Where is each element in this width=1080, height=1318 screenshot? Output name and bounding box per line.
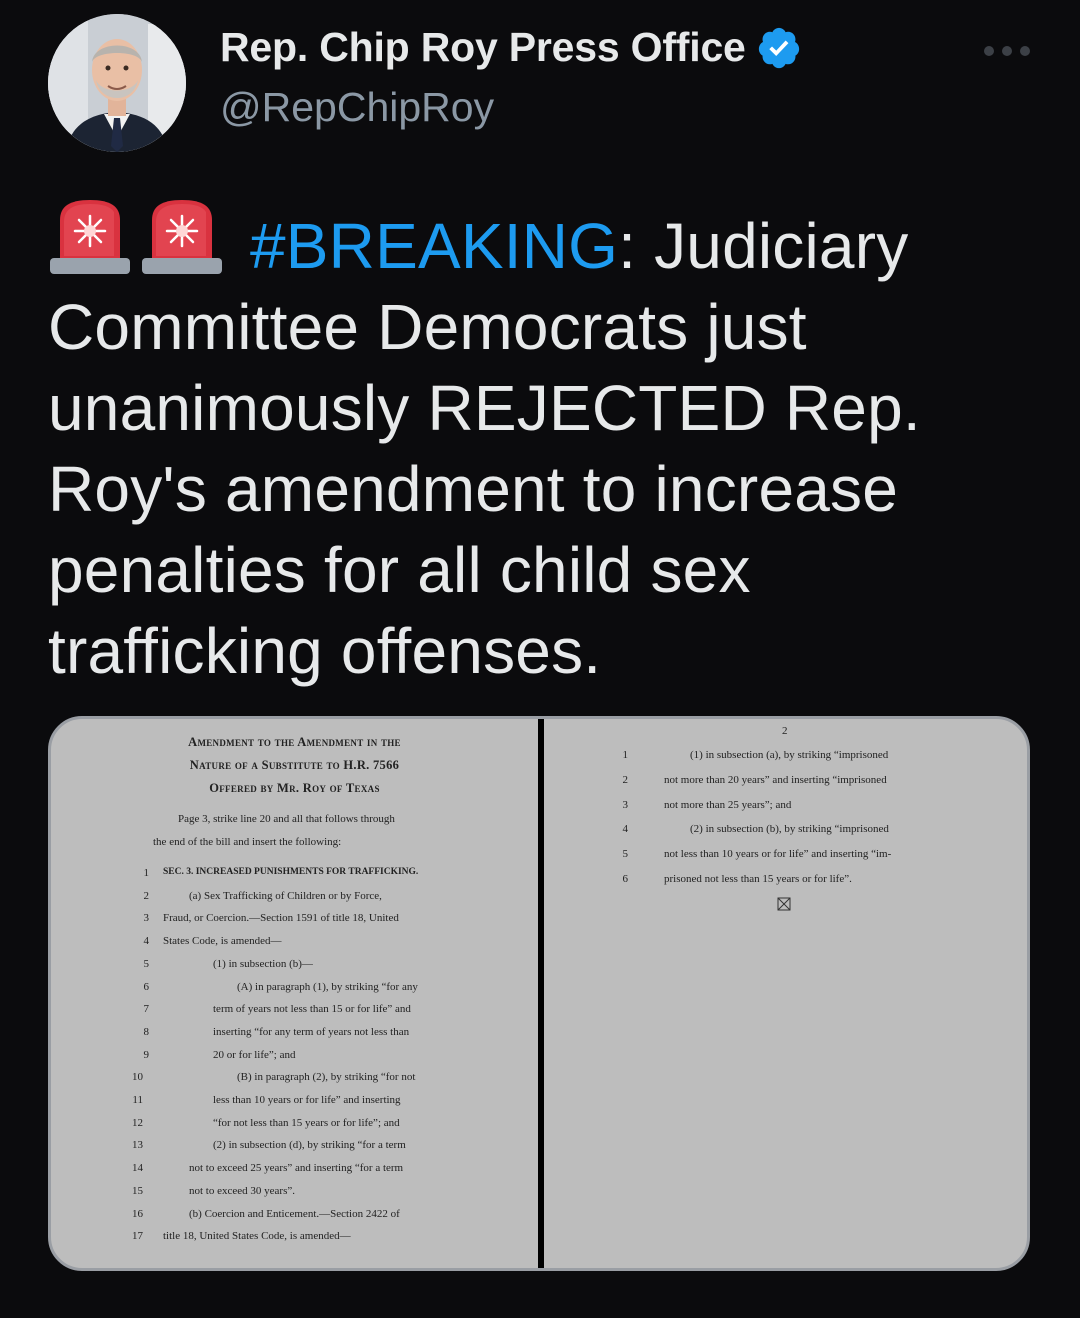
line-number: 13 [132,1139,143,1152]
document-line: States Code, is amended— [163,935,282,948]
author-row: Rep. Chip Roy Press Office [220,24,802,71]
line-number: 11 [132,1094,143,1106]
amendment-heading-line: Nature of a Substitute to H.R. 7566 [189,758,400,772]
document-line: not to exceed 25 years” and inserting “f… [189,1162,404,1175]
more-dot [984,46,994,56]
tweet-text: #BREAKING: Judiciary Committee Democrats… [48,198,1038,692]
document-line: not more than 20 years” and inserting “i… [664,773,887,786]
hashtag-link[interactable]: #BREAKING [250,210,618,282]
document-line: term of years not less than 15 or for li… [213,1003,411,1016]
tweet-header: Rep. Chip Roy Press Office @RepChipRoy [0,0,1080,170]
line-number: 2 [143,889,150,902]
page-number: 2 [782,725,788,737]
line-number: 14 [132,1162,143,1175]
avatar[interactable] [48,14,186,152]
document-line: (2) in subsection (d), by striking “for … [213,1139,406,1152]
document-line: Fraud, or Coercion.—Section 1591 of titl… [163,912,399,925]
line-number: 15 [132,1184,143,1197]
author-name[interactable]: Rep. Chip Roy Press Office [220,24,746,71]
document-line: (1) in subsection (b)— [213,957,313,970]
intro-line: the end of the bill and insert the follo… [153,836,342,848]
document-line: (B) in paragraph (2), by striking “for n… [237,1071,416,1084]
more-dot [1002,46,1012,56]
document-line: less than 10 years or for life” and inse… [213,1094,401,1106]
line-number: 3 [143,912,150,925]
document-line: (2) in subsection (b), by striking “impr… [690,823,889,836]
document-line: prisoned not less than 15 years or for l… [664,873,852,885]
line-number: 5 [622,848,629,861]
line-number: 4 [143,935,150,948]
document-line: not more than 25 years”; and [664,798,792,811]
document-line: “for not less than 15 years or for life”… [213,1116,400,1129]
line-number: 12 [132,1116,143,1129]
police-light-emoji [142,200,222,274]
line-number: 9 [143,1048,150,1061]
line-number: 17 [132,1230,143,1243]
line-number: 10 [132,1071,143,1084]
document-line: SEC. 3. INCREASED PUNISHMENTS FOR TRAFFI… [163,867,419,877]
document-line: not less than 10 years or for life” and … [664,848,892,861]
document-page-2: 2 1 (1) in subsection (a), by striking “i… [544,719,1027,1268]
line-number: 8 [143,1025,150,1038]
document-line: (A) in paragraph (1), by striking “for a… [237,980,418,993]
author-handle[interactable]: @RepChipRoy [220,84,494,131]
line-number: 4 [622,823,629,836]
document-line: (b) Coercion and Enticement.—Section 242… [189,1207,400,1220]
police-light-emoji [50,200,130,274]
amendment-heading-line: Offered by Mr. Roy of Texas [209,781,380,795]
more-options-icon[interactable] [984,36,1030,66]
line-number: 5 [143,957,150,970]
document-line: inserting “for any term of years not les… [213,1025,410,1038]
intro-line: Page 3, strike line 20 and all that foll… [178,813,395,825]
document-line: (1) in subsection (a), by striking “impr… [690,749,889,761]
amendment-heading-line: Amendment to the Amendment in the [188,735,401,749]
end-of-document-box-icon [777,897,791,911]
line-number: 2 [622,773,629,786]
line-number: 3 [622,798,629,811]
document-page-1: Amendment to the Amendment in the Nature… [51,719,538,1268]
line-number: 1 [143,867,150,879]
more-dot [1020,46,1030,56]
line-number: 16 [132,1207,143,1220]
avatar-portrait-icon [48,14,186,152]
line-number: 6 [622,873,629,885]
verified-badge-icon [758,27,799,68]
document-line: 20 or for life”; and [213,1048,296,1061]
line-number: 7 [143,1003,150,1016]
line-number: 6 [143,980,150,993]
document-line: title 18, United States Code, is amended… [163,1230,351,1243]
tweet-media-image[interactable]: Amendment to the Amendment in the Nature… [48,716,1030,1271]
document-line: (a) Sex Trafficking of Children or by Fo… [189,889,382,902]
document-line: not to exceed 30 years”. [189,1184,295,1197]
line-number: 1 [622,749,629,761]
